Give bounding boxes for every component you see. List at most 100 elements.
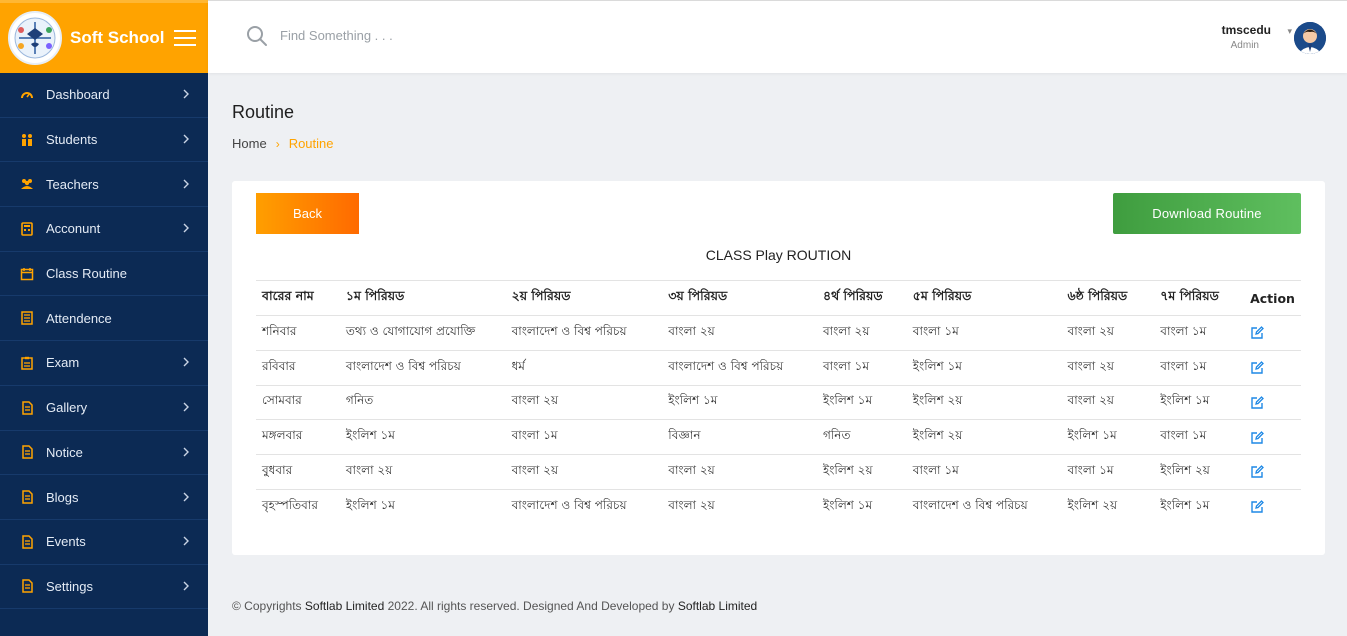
brand-name: Soft School — [70, 28, 165, 47]
menu-toggle-icon[interactable] — [174, 25, 196, 51]
table-row: বুধবার বাংলা ২য় বাংলা ২য় বাংলা ২য় ইংলিশ ২… — [256, 454, 1301, 490]
period-cell: ইংলিশ ১ম — [1154, 488, 1245, 525]
sidebar-item-class-routine[interactable]: Class Routine — [0, 252, 208, 297]
user-info[interactable]: tmscedu Admin — [1222, 23, 1271, 51]
sidebar-item-blogs[interactable]: Blogs — [0, 475, 208, 520]
period-cell: বাংলা ২য় — [662, 315, 817, 351]
sidebar-item-dashboard[interactable]: Dashboard — [0, 73, 208, 118]
sidebar-item-label: Settings — [46, 578, 93, 594]
action-cell — [1244, 315, 1301, 351]
period-cell: বাংলা ২য় — [662, 488, 817, 525]
period-cell: ইংলিশ ১ম — [906, 349, 1062, 386]
day-cell: মঙ্গলবার — [256, 419, 340, 455]
clipboard-icon — [20, 356, 34, 370]
chevron-down-icon[interactable]: ▾ — [1287, 26, 1292, 37]
footer-company-link[interactable]: Softlab Limited — [305, 599, 384, 613]
period-cell: গনিত — [816, 419, 907, 455]
sidebar-item-teachers[interactable]: Teachers — [0, 162, 208, 208]
period-cell: ইংলিশ ১ম — [816, 384, 907, 420]
chevron-right-icon — [182, 87, 208, 102]
back-button[interactable]: Back — [256, 193, 359, 234]
sidebar-item-label: Attendence — [46, 310, 112, 326]
sidebar-item-exam[interactable]: Exam — [0, 341, 208, 386]
chevron-right-icon — [182, 400, 208, 415]
search-input[interactable] — [280, 28, 580, 43]
period-cell: ইংলিশ ২য় — [1154, 454, 1245, 490]
period-cell: বাংলা ১ম — [816, 349, 907, 386]
download-routine-button[interactable]: Download Routine — [1113, 193, 1301, 234]
period-cell: ইংলিশ ১ম — [1154, 384, 1245, 420]
period-cell: ইংলিশ ২য় — [906, 384, 1062, 420]
period-cell: ইংলিশ ১ম — [662, 384, 817, 420]
period-cell: ধর্ম — [505, 349, 663, 386]
column-header: ৬ষ্ঠ পিরিয়ড — [1061, 280, 1155, 316]
document-icon — [20, 400, 34, 415]
period-cell: বাংলা ২য় — [662, 454, 817, 490]
chevron-right-icon — [182, 534, 208, 549]
sidebar-item-label: Class Routine — [46, 266, 127, 282]
brand-bar: Soft School — [0, 0, 208, 73]
sidebar-menu: Dashboard Students Teachers Acconunt Class R… — [0, 73, 208, 610]
footer-copyright: © Copyrights — [232, 599, 302, 613]
edit-icon[interactable] — [1250, 395, 1265, 410]
column-header: ৩য় পিরিয়ড — [662, 280, 817, 316]
edit-icon[interactable] — [1250, 361, 1265, 375]
search-icon[interactable] — [246, 25, 268, 47]
column-header: ৫ম পিরিয়ড — [906, 280, 1062, 316]
action-cell — [1244, 454, 1301, 490]
table-body: শনিবার তথ্য ও যোগাযোগ প্রযোক্তি বাংলাদেশ ও… — [256, 315, 1301, 525]
chevron-right-icon — [182, 177, 208, 192]
period-cell: বাংলাদেশ ও বিশ্ব পরিচয় — [339, 349, 506, 386]
action-cell — [1244, 349, 1301, 386]
period-cell: ইংলিশ ২য় — [1061, 488, 1155, 525]
sidebar-item-students[interactable]: Students — [0, 118, 208, 163]
sidebar-item-label: Acconunt — [46, 221, 101, 237]
edit-icon[interactable] — [1250, 430, 1265, 445]
sidebar-item-acconunt[interactable]: Acconunt — [0, 207, 208, 252]
chevron-right-icon — [182, 355, 208, 370]
edit-icon[interactable] — [1250, 500, 1265, 514]
avatar[interactable] — [1294, 22, 1326, 54]
chevron-right-icon — [182, 221, 208, 236]
sidebar-item-notice[interactable]: Notice — [0, 431, 208, 476]
period-cell: গনিত — [339, 384, 506, 420]
period-cell: বাংলা ২য় — [1061, 315, 1155, 351]
school-logo[interactable] — [8, 11, 62, 65]
day-cell: বুধবার — [256, 454, 340, 490]
period-cell: বাংলা ২য় — [816, 315, 907, 351]
period-cell: বাংলা ১ম — [906, 454, 1062, 490]
routine-card: Back Download Routine CLASS Play ROUTION… — [232, 181, 1325, 555]
gauge-icon — [20, 88, 34, 102]
page-title: Routine — [232, 102, 295, 122]
day-cell: সোমবার — [256, 384, 340, 420]
sidebar-item-gallery[interactable]: Gallery — [0, 386, 208, 431]
action-cell — [1244, 419, 1301, 455]
column-header: বারের নাম — [256, 280, 340, 316]
period-cell: বাংলা ২য় — [505, 384, 663, 420]
period-cell: বাংলাদেশ ও বিশ্ব পরিচয় — [505, 488, 663, 525]
sidebar-item-label: Gallery — [46, 400, 88, 416]
list-icon — [20, 311, 34, 326]
edit-icon[interactable] — [1250, 465, 1265, 479]
period-cell: বাংলা ১ম — [505, 419, 663, 455]
chevron-right-icon — [182, 579, 208, 594]
sidebar-item-label: Exam — [46, 355, 80, 371]
column-header: ১ম পিরিয়ড — [339, 280, 506, 316]
period-cell: বাংলা ২য় — [1061, 349, 1155, 386]
sidebar-item-label: Notice — [46, 444, 83, 460]
footer-text: 2022. All rights reserved. Designed And … — [387, 599, 675, 613]
period-cell: বাংলা ১ম — [1154, 315, 1245, 351]
sidebar-item-settings[interactable]: Settings — [0, 565, 208, 610]
chevron-right-icon — [182, 132, 208, 147]
day-cell: বৃহস্পতিবার — [256, 488, 340, 525]
sidebar-item-events[interactable]: Events — [0, 520, 208, 565]
footer-developer-link[interactable]: Softlab Limited — [678, 599, 757, 613]
sidebar-item-label: Dashboard — [46, 87, 110, 103]
edit-icon[interactable] — [1250, 326, 1265, 340]
table-row: বৃহস্পতিবার ইংলিশ ১ম বাংলাদেশ ও বিশ্ব পরিচ… — [256, 488, 1301, 525]
breadcrumb-home[interactable]: Home — [232, 136, 267, 151]
sidebar-item-attendence[interactable]: Attendence — [0, 296, 208, 342]
sidebar-item-label: Students — [46, 132, 98, 148]
document-icon — [20, 579, 34, 594]
students-icon — [20, 133, 34, 147]
